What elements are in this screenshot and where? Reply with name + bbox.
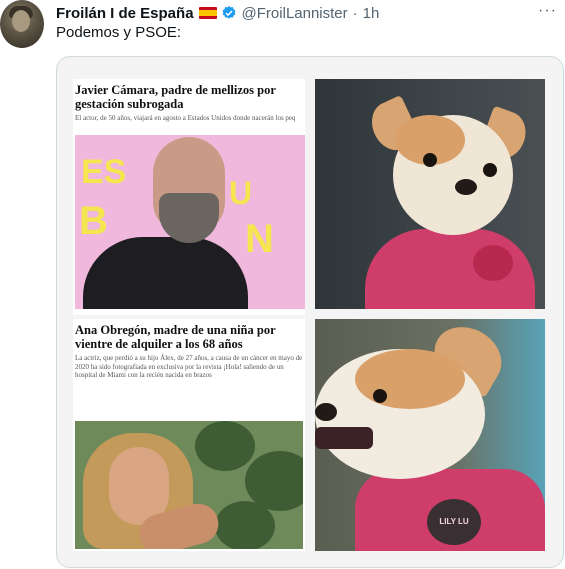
news-card-ana: Ana Obregón, madre de una niña por vient… [73, 319, 305, 551]
dog-fur-patch [355, 349, 465, 409]
news1-subtitle: El actor, de 50 años, viajará en agosto … [75, 114, 296, 122]
spain-flag-icon [198, 7, 217, 19]
plant-leaf [195, 421, 255, 471]
backdrop-text-1: ES [81, 153, 127, 191]
angry-dog-photo: LILY LU [315, 319, 545, 551]
news2-subtitle: La actriz, que perdió a su hijo Álex, de… [75, 354, 303, 379]
tweet-text: Podemos y PSOE: [56, 24, 182, 41]
separator-dot: · [352, 4, 358, 22]
avatar[interactable] [0, 0, 44, 48]
dog-snarl [315, 427, 373, 449]
news-card-javier: Javier Cámara, padre de mellizos por ges… [73, 79, 305, 315]
dog-nose [455, 179, 477, 195]
tweet-media-image[interactable]: Javier Cámara, padre de mellizos por ges… [56, 56, 564, 568]
more-options-icon[interactable]: ··· [538, 2, 557, 20]
news2-headline: Ana Obregón, madre de una niña por vient… [75, 323, 276, 351]
dog-eye [483, 163, 497, 177]
dog-nose [315, 403, 337, 421]
news1-headline: Javier Cámara, padre de mellizos por ges… [75, 83, 276, 111]
verified-badge-icon[interactable] [221, 5, 237, 21]
news1-photo: ES U B N [75, 135, 305, 309]
author-name[interactable]: Froilán I de España [56, 5, 194, 22]
happy-dog-photo [315, 79, 545, 309]
tweet-time[interactable]: 1h [363, 5, 380, 22]
plant-leaf [215, 501, 275, 549]
backdrop-text-3: B [79, 199, 108, 243]
dog-eye [423, 153, 437, 167]
backdrop-text-2: U [229, 175, 253, 211]
dog-tag-label: LILY LU [439, 517, 469, 526]
news2-photo [75, 421, 303, 549]
man-beard [159, 193, 219, 243]
man-shirt [83, 237, 248, 309]
author-handle[interactable]: @FroilLannister [242, 5, 348, 22]
avatar-face [12, 10, 30, 32]
dog-eye [373, 389, 387, 403]
backdrop-text-4: N [245, 217, 274, 261]
dog-tag [473, 245, 513, 281]
tweet-header: Froilán I de España @FroilLannister · 1h [56, 2, 379, 24]
